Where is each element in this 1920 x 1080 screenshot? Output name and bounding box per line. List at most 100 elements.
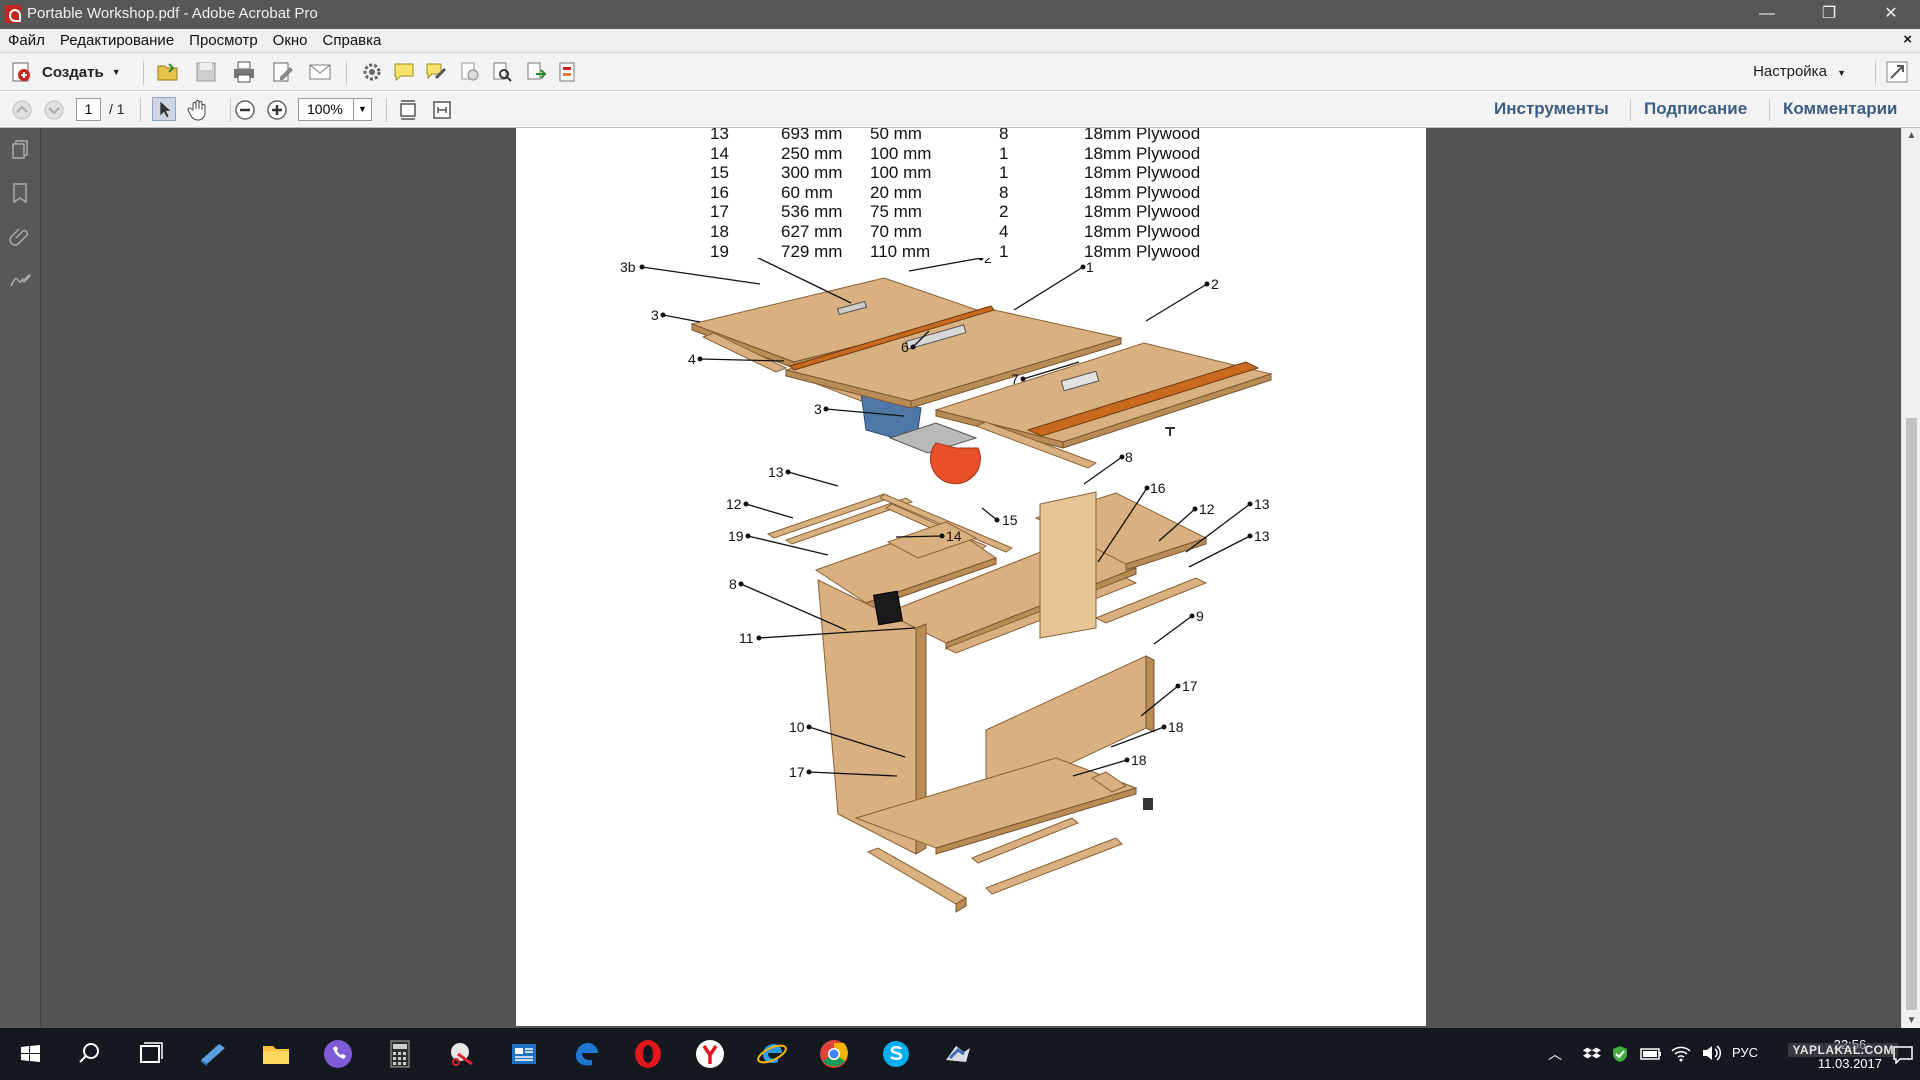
tab-comments[interactable]: Комментарии (1783, 99, 1897, 119)
menu-bar: Файл Редактирование Просмотр Окно Справка × (0, 29, 1920, 53)
calculator-icon[interactable] (382, 1036, 418, 1072)
search-icon[interactable] (72, 1036, 108, 1072)
highlight-icon[interactable] (424, 60, 448, 84)
tab-tools[interactable]: Инструменты (1494, 99, 1609, 119)
exploded-assembly-diagram: .w { fill: #d9b07f; stroke: #8a6236; str… (620, 258, 1273, 913)
settings-dropdown[interactable]: Настройка ▼ (1753, 63, 1846, 80)
document-area[interactable]: 13 693 mm 50 mm 8 18mm Plywood 14 250 mm 100 m… (41, 128, 1901, 1028)
fit-width-icon[interactable] (430, 98, 454, 122)
chevron-up-icon[interactable]: ︿ (1548, 1044, 1562, 1064)
scroll-down-icon[interactable]: ▼ (1902, 1015, 1920, 1026)
callout-5: 5 (734, 258, 742, 260)
part-number: 13 (710, 128, 729, 143)
bracket-part (1165, 427, 1175, 436)
part-material: 18mm Plywood (1084, 143, 1201, 163)
print-icon[interactable] (232, 60, 256, 84)
security-shield-icon[interactable] (1610, 1044, 1630, 1064)
part-length: 627 mm (781, 221, 843, 241)
minimize-button[interactable]: — (1738, 0, 1796, 29)
menu-file[interactable]: Файл (0, 29, 52, 53)
windows-start-icon[interactable] (12, 1036, 48, 1072)
settings-label: Настройка (1753, 63, 1827, 80)
volume-icon[interactable] (1700, 1043, 1722, 1063)
zoom-in-icon[interactable] (265, 98, 289, 122)
chevron-down-icon: ▼ (1837, 68, 1846, 78)
callout-15: 15 (1002, 512, 1018, 528)
callout-13a: 13 (768, 464, 784, 480)
wifi-icon[interactable] (1670, 1043, 1692, 1063)
open-folder-icon[interactable] (156, 60, 180, 84)
edit-document-icon[interactable] (271, 60, 295, 84)
signature-icon[interactable] (8, 267, 32, 291)
file-explorer-icon[interactable] (258, 1036, 294, 1072)
comment-icon[interactable] (392, 60, 416, 84)
page-up-icon[interactable] (10, 98, 34, 122)
compare-icon[interactable] (458, 60, 482, 84)
callout-16: 16 (1150, 480, 1166, 496)
part-quantity: 1 (999, 163, 1009, 183)
callout-17a: 17 (1182, 678, 1198, 694)
page-number-input[interactable]: 1 (76, 98, 101, 121)
callout-3b: 3b (620, 259, 636, 275)
callout-12b: 12 (1199, 501, 1215, 517)
internet-explorer-icon[interactable] (754, 1036, 790, 1072)
save-icon[interactable] (194, 60, 218, 84)
viber-icon[interactable] (320, 1036, 356, 1072)
zoom-select[interactable]: 100% ▼ (298, 98, 372, 121)
close-window-button[interactable]: ✕ (1862, 0, 1920, 29)
notifications-icon[interactable] (1892, 1044, 1914, 1064)
page-thumbnails-icon[interactable] (8, 138, 32, 162)
zoom-out-icon[interactable] (233, 98, 257, 122)
callout-12a: 12 (726, 496, 742, 512)
tab-sign[interactable]: Подписание (1644, 99, 1747, 119)
search-document-icon[interactable] (490, 60, 514, 84)
create-label: Создать (42, 63, 104, 81)
opera-icon[interactable] (630, 1036, 666, 1072)
language-indicator[interactable]: РУС (1732, 1045, 1758, 1060)
dropbox-icon[interactable] (1582, 1044, 1602, 1064)
part-number: 18 (710, 221, 729, 241)
part-number: 16 (710, 182, 729, 202)
zoom-value: 100% (307, 101, 343, 117)
menu-window[interactable]: Окно (265, 29, 315, 53)
news-app-icon[interactable] (506, 1036, 542, 1072)
yandex-browser-icon[interactable] (692, 1036, 728, 1072)
callout-11: 11 (739, 630, 754, 646)
scrollbar-thumb[interactable] (1906, 418, 1917, 1010)
fit-page-icon[interactable] (396, 98, 420, 122)
saw-blade (929, 442, 981, 485)
menu-help[interactable]: Справка (315, 29, 389, 53)
callout-2a: 2 (984, 258, 992, 266)
form-icon[interactable] (556, 60, 580, 84)
callout-18a: 18 (1168, 719, 1184, 735)
bookmark-icon[interactable] (8, 181, 32, 205)
callout-10: 10 (789, 719, 805, 735)
restore-button[interactable]: ❐ (1800, 0, 1858, 29)
gear-icon[interactable] (360, 60, 384, 84)
page-down-icon[interactable] (42, 98, 66, 122)
email-icon[interactable] (308, 60, 332, 84)
menu-view[interactable]: Просмотр (181, 29, 265, 53)
close-document-button[interactable]: × (1903, 31, 1912, 48)
hand-tool-icon[interactable] (186, 98, 210, 122)
fullscreen-icon[interactable] (1885, 60, 1909, 84)
skype-icon[interactable] (878, 1036, 914, 1072)
part-quantity: 2 (999, 202, 1009, 222)
export-icon[interactable] (524, 60, 548, 84)
scroll-up-icon[interactable]: ▲ (1902, 130, 1920, 141)
menu-edit[interactable]: Редактирование (52, 29, 181, 53)
navigation-toolbar: 1 / 1 100% ▼ Инструменты Подписание Комме… (0, 91, 1920, 128)
battery-icon[interactable] (1640, 1045, 1662, 1063)
create-button[interactable]: Создать ▼ (10, 59, 121, 85)
snipping-tool-icon[interactable] (444, 1036, 480, 1072)
attachment-icon[interactable] (8, 224, 32, 248)
task-view-icon[interactable] (132, 1036, 168, 1072)
select-tool-icon[interactable] (152, 97, 176, 121)
title-bar: Portable Workshop.pdf - Adobe Acrobat Pr… (0, 0, 1920, 29)
vertical-scrollbar[interactable]: ▲ ▼ (1901, 128, 1920, 1028)
acrobat-taskbar-icon[interactable] (940, 1036, 976, 1072)
explorer-blue-icon[interactable] (195, 1036, 231, 1072)
edge-icon[interactable] (568, 1036, 604, 1072)
callout-3a: 3 (651, 307, 659, 323)
chrome-icon[interactable] (816, 1036, 852, 1072)
